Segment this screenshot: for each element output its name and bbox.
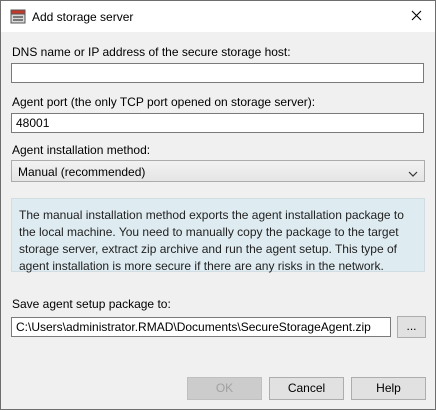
install-method-label: Agent installation method: (12, 143, 151, 157)
install-method-info: The manual installation method exports t… (11, 198, 425, 273)
ok-button[interactable]: OK (187, 377, 262, 400)
port-input[interactable] (11, 113, 424, 133)
dialog-title: Add storage server (32, 10, 134, 24)
browse-button[interactable]: ... (397, 316, 426, 338)
close-button[interactable] (403, 6, 429, 28)
port-label: Agent port (the only TCP port opened on … (12, 95, 316, 109)
install-method-dropdown[interactable]: Manual (recommended) (11, 160, 425, 182)
cancel-button[interactable]: Cancel (269, 377, 344, 400)
server-icon (10, 9, 26, 25)
add-storage-server-dialog: Add storage server DNS name or IP addres… (0, 0, 436, 410)
save-path-input[interactable]: C:\Users\administrator.RMAD\Documents\Se… (11, 317, 391, 337)
dns-input[interactable] (11, 63, 424, 83)
dialog-body: DNS name or IP address of the secure sto… (1, 32, 435, 409)
help-button[interactable]: Help (351, 377, 426, 400)
chevron-down-icon[interactable] (408, 167, 418, 177)
title-bar: Add storage server (1, 1, 435, 32)
save-path-label: Save agent setup package to: (12, 297, 171, 311)
close-icon[interactable] (411, 10, 422, 24)
dns-label: DNS name or IP address of the secure sto… (12, 45, 291, 59)
install-method-value: Manual (recommended) (18, 165, 146, 179)
